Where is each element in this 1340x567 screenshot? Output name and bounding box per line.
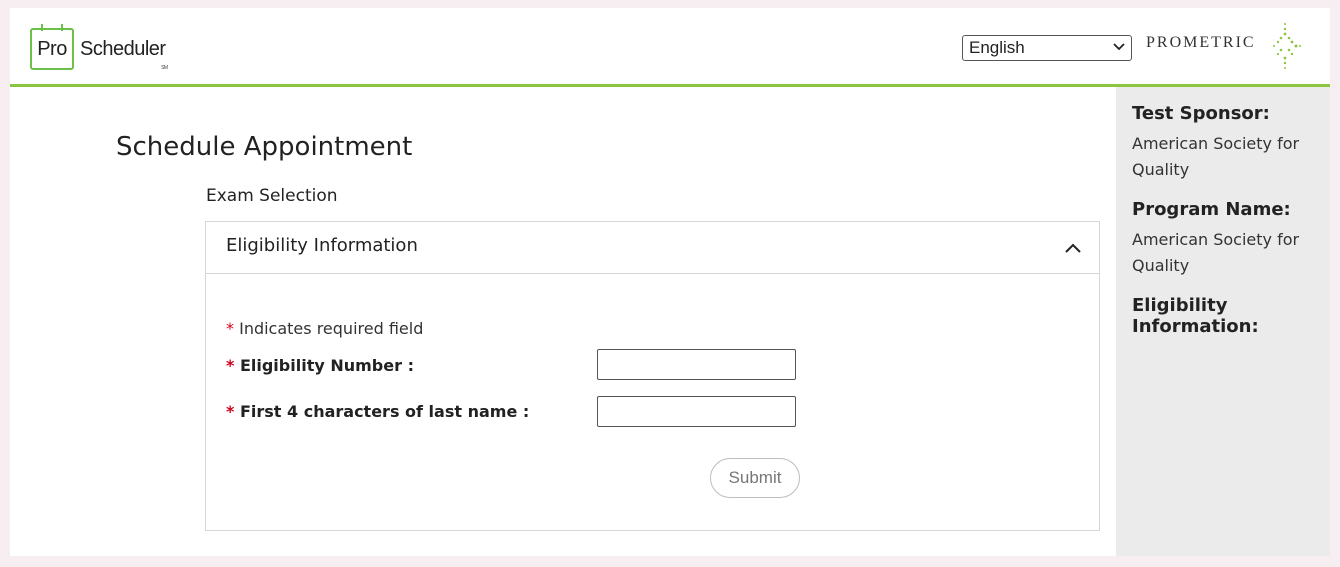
exam-selection-label: Exam Selection	[206, 186, 338, 206]
header: Pro Scheduler SM English PROMETRIC	[10, 8, 1330, 87]
prometric-burst-icon	[1273, 23, 1301, 69]
proscheduler-logo[interactable]: Pro Scheduler SM	[30, 24, 168, 71]
last-name-input[interactable]	[597, 396, 796, 427]
eligibility-panel: Eligibility Information * Indicates requ…	[205, 221, 1100, 531]
required-asterisk: *	[226, 319, 234, 338]
logo-service-mark: SM	[161, 64, 168, 71]
language-select-value: English	[969, 38, 1025, 57]
eligibility-number-label: * Eligibility Number :	[226, 356, 414, 375]
prometric-wordmark: PROMETRIC	[1146, 34, 1256, 51]
chevron-down-icon	[1113, 42, 1125, 54]
main-content: Schedule Appointment Exam Selection Elig…	[10, 87, 1116, 556]
logo-scheduler-text: Scheduler SM	[80, 37, 168, 71]
required-asterisk: *	[226, 356, 235, 375]
eligibility-panel-title: Eligibility Information	[226, 235, 418, 256]
program-name-value: American Society for Quality	[1132, 230, 1300, 275]
eligibility-number-label-text: Eligibility Number :	[239, 356, 414, 375]
logo-pro-text: Pro	[37, 37, 67, 60]
program-name-heading: Program Name:	[1132, 199, 1291, 220]
test-sponsor-heading: Test Sponsor:	[1132, 103, 1270, 124]
logo-scheduler-label: Scheduler	[80, 37, 166, 60]
eligibility-number-input[interactable]	[597, 349, 796, 380]
language-select[interactable]: English	[962, 35, 1132, 61]
submit-button[interactable]: Submit	[710, 458, 800, 498]
last-name-label-text: First 4 characters of last name :	[239, 402, 530, 421]
required-field-note: * Indicates required field	[226, 319, 423, 338]
required-note-text: Indicates required field	[239, 319, 424, 338]
logo-pro-box: Pro	[30, 24, 74, 70]
app-frame: Pro Scheduler SM English PROMETRIC Sched…	[10, 8, 1330, 556]
test-sponsor-value: American Society for Quality	[1132, 134, 1300, 179]
sidebar: Test Sponsor: American Society for Quali…	[1116, 87, 1330, 556]
required-asterisk: *	[226, 402, 235, 421]
last-name-label: * First 4 characters of last name :	[226, 402, 529, 421]
chevron-up-icon[interactable]	[1061, 236, 1085, 260]
eligibility-panel-header[interactable]: Eligibility Information	[206, 222, 1099, 274]
eligibility-info-heading: Eligibility Information:	[1132, 295, 1259, 337]
page-title: Schedule Appointment	[116, 132, 413, 162]
